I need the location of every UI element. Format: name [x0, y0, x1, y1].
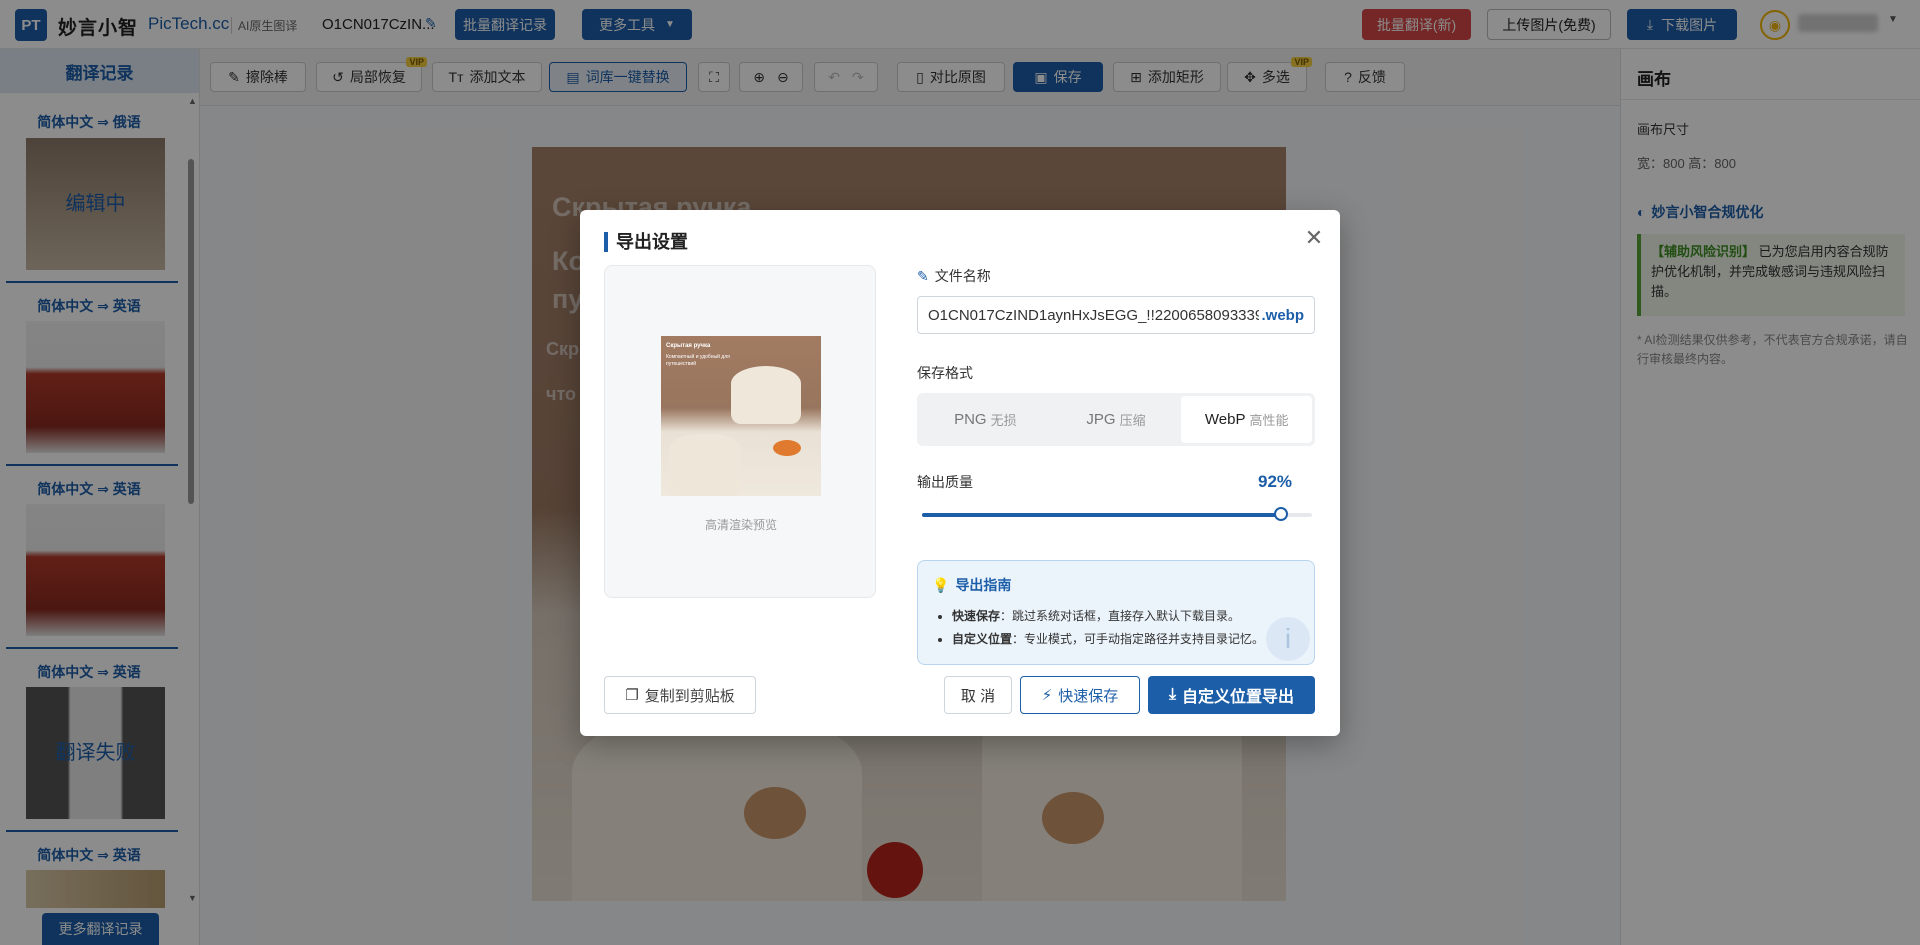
- export-preview: Скрытая ручка Компактный и удобный для п…: [604, 265, 876, 598]
- format-name: JPG: [1086, 411, 1116, 428]
- format-name: WebP: [1204, 411, 1246, 428]
- quick-save-button[interactable]: ⚡ 快速保存: [1020, 676, 1140, 714]
- preview-pot-top: [731, 366, 801, 424]
- export-settings-dialog: 导出设置 ✕ Скрытая ручка Компактный и удобны…: [580, 210, 1340, 736]
- format-option-jpg[interactable]: JPG 压缩: [1051, 396, 1182, 443]
- preview-caption: 高清渲染预览: [704, 518, 777, 532]
- guide-item: 快速保存：跳过系统对话框，直接存入默认下载目录。: [952, 605, 1264, 628]
- custom-export-label: 自定义位置导出: [1182, 689, 1295, 706]
- copy-icon: ❐: [625, 687, 639, 704]
- quality-slider-handle[interactable]: [1273, 507, 1288, 521]
- guide-desc: ：专业模式，可手动指定路径并支持目录记忆。: [1012, 632, 1265, 646]
- format-label: 保存格式: [917, 365, 973, 381]
- format-sub: 高性能: [1249, 413, 1289, 428]
- copy-clipboard-button[interactable]: ❐ 复制到剪贴板: [604, 676, 756, 714]
- format-option-webp[interactable]: WebP 高性能: [1181, 396, 1313, 443]
- preview-thumbnail: Скрытая ручка Компактный и удобный для п…: [661, 336, 821, 496]
- quick-save-label: 快速保存: [1058, 687, 1119, 705]
- guide-item: 自定义位置：专业模式，可手动指定路径并支持目录记忆。: [952, 628, 1264, 651]
- lightning-icon: ⚡: [1041, 687, 1053, 704]
- guide-title: 💡 导出指南: [932, 575, 1011, 595]
- quality-slider-fill: [922, 513, 1281, 517]
- format-sub: 无损: [990, 413, 1017, 428]
- preview-thumb-title: Скрытая ручка: [666, 343, 711, 349]
- close-icon[interactable]: ✕: [1302, 225, 1326, 250]
- format-sub: 压缩: [1119, 413, 1146, 428]
- download-icon: ⤓: [1168, 686, 1177, 703]
- guide-term: 自定义位置: [952, 632, 1013, 646]
- quality-label: 输出质量: [917, 474, 973, 490]
- guide-title-text: 导出指南: [955, 577, 1012, 593]
- guide-term: 快速保存: [952, 609, 1001, 623]
- preview-food: [773, 440, 801, 456]
- filename-value: O1CN017CzIND1aynHxJsEGG_!!2200658093339: [928, 306, 1260, 324]
- copy-clipboard-label: 复制到剪贴板: [644, 687, 735, 705]
- lightbulb-icon: 💡: [932, 577, 950, 593]
- cancel-label: 取 消: [960, 687, 996, 705]
- preview-pot-left: [669, 434, 741, 496]
- filename-label-text: 文件名称: [934, 268, 991, 284]
- filename-extension: .webp: [1261, 306, 1304, 324]
- export-guide: 💡 导出指南 快速保存：跳过系统对话框，直接存入默认下载目录。 自定义位置：专业模…: [917, 560, 1315, 665]
- filename-label: ✎ 文件名称: [917, 266, 991, 286]
- dialog-title: 导出设置: [604, 232, 688, 252]
- quality-slider[interactable]: [922, 507, 1312, 521]
- filename-input[interactable]: O1CN017CzIND1aynHxJsEGG_!!2200658093339.…: [917, 296, 1315, 334]
- preview-thumb-text: Компактный и удобный для путешествий: [666, 354, 730, 367]
- custom-export-button[interactable]: ⤓ 自定义位置导出: [1148, 676, 1315, 714]
- edit-icon: ✎: [917, 268, 929, 284]
- format-name: PNG: [954, 411, 987, 428]
- cancel-button[interactable]: 取 消: [944, 676, 1012, 714]
- guide-list: 快速保存：跳过系统对话框，直接存入默认下载目录。 自定义位置：专业模式，可手动指…: [952, 605, 1264, 651]
- guide-desc: ：跳过系统对话框，直接存入默认下载目录。: [1000, 609, 1241, 623]
- quality-value: 92%: [1258, 472, 1293, 491]
- info-icon: i: [1266, 617, 1310, 661]
- format-option-png[interactable]: PNG 无损: [920, 396, 1051, 443]
- format-selector: PNG 无损 JPG 压缩 WebP 高性能: [917, 393, 1315, 446]
